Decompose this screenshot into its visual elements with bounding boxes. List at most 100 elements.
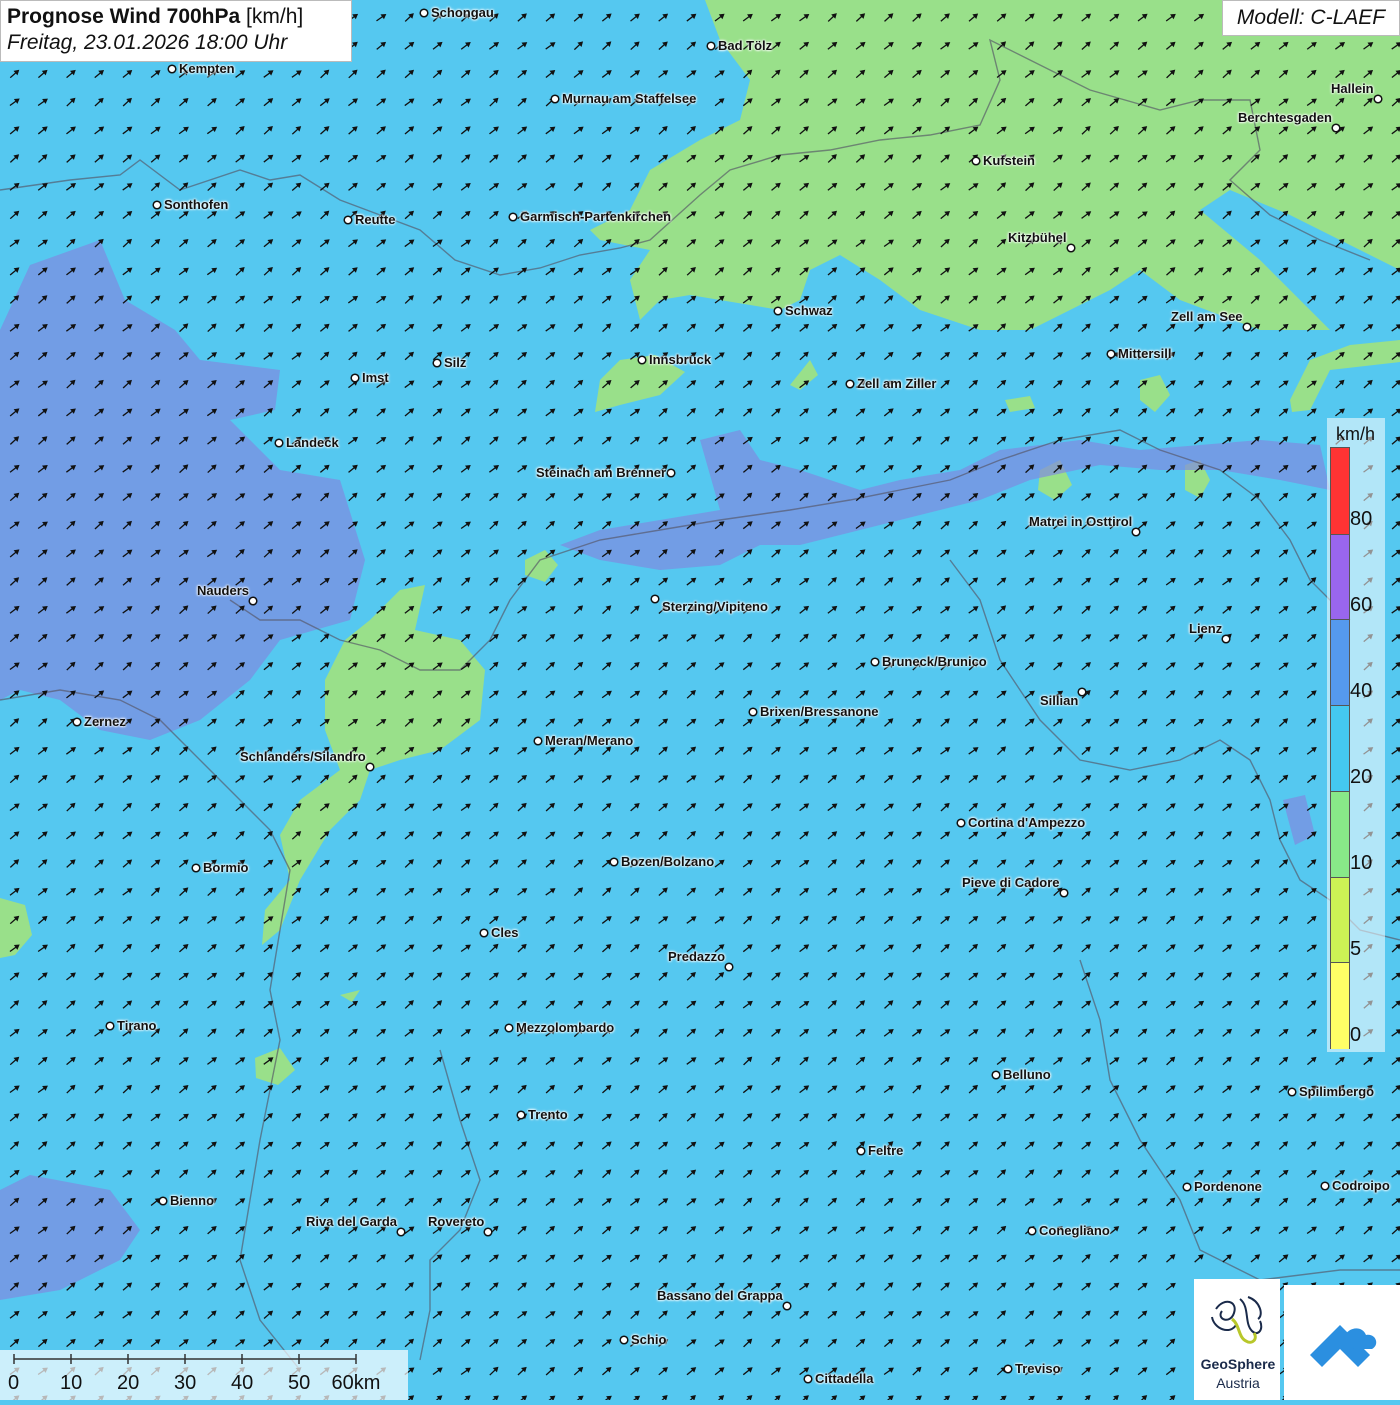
map-subtitle: Freitag, 23.01.2026 18:00 Uhr bbox=[7, 31, 345, 55]
scale-label: 40 bbox=[231, 1372, 253, 1395]
geosphere-logo-sub: Austria bbox=[1196, 1375, 1280, 1391]
city-label: Murnau am Staffelsee bbox=[562, 91, 696, 106]
city-label: Zell am See bbox=[1171, 309, 1243, 324]
city-label: Bassano del Grappa bbox=[657, 1288, 783, 1303]
city-marker bbox=[1078, 688, 1086, 696]
city-marker bbox=[420, 9, 428, 17]
city-label: Cortina d'Ampezzo bbox=[968, 815, 1085, 830]
city-label: Sillian bbox=[1040, 693, 1078, 708]
city-marker bbox=[1321, 1182, 1329, 1190]
city-label: Sonthofen bbox=[164, 197, 228, 212]
city-label: Berchtesgaden bbox=[1238, 110, 1332, 125]
title-main: Prognose Wind 700hPa bbox=[7, 5, 240, 28]
app-logo[interactable] bbox=[1284, 1285, 1400, 1400]
city-label: Hallein bbox=[1331, 81, 1374, 96]
city-marker bbox=[774, 307, 782, 315]
legend-tick-label: 10 bbox=[1350, 852, 1372, 875]
city-marker bbox=[707, 42, 715, 50]
city-label: Meran/Merano bbox=[545, 733, 633, 748]
city-label: Silz bbox=[444, 355, 466, 370]
legend-color-segment bbox=[1331, 448, 1349, 534]
city-label: Schlanders/Silandro bbox=[240, 749, 366, 764]
city-label: Brixen/Bressanone bbox=[760, 704, 879, 719]
city-marker bbox=[551, 95, 559, 103]
city-marker bbox=[1028, 1227, 1036, 1235]
city-marker bbox=[610, 858, 618, 866]
city-marker bbox=[159, 1197, 167, 1205]
legend-color-segment bbox=[1331, 534, 1349, 621]
arrow-cloud-icon bbox=[1284, 1285, 1400, 1400]
city-marker bbox=[433, 359, 441, 367]
legend-unit: km/h bbox=[1336, 424, 1375, 445]
legend-tick-label: 80 bbox=[1350, 508, 1372, 531]
city-label: Rovereto bbox=[428, 1214, 484, 1229]
title-unit: [km/h] bbox=[246, 5, 303, 28]
city-marker bbox=[725, 963, 733, 971]
city-label: Bormio bbox=[203, 860, 249, 875]
city-label: Feltre bbox=[868, 1143, 903, 1158]
city-marker bbox=[192, 864, 200, 872]
city-label: Mittersill bbox=[1118, 346, 1171, 361]
legend-tick-label: 0 bbox=[1350, 1024, 1361, 1047]
city-label: Pieve di Cadore bbox=[962, 875, 1060, 890]
city-marker bbox=[1243, 323, 1251, 331]
city-label: Spilimbergo bbox=[1299, 1084, 1374, 1099]
city-marker bbox=[651, 595, 659, 603]
city-marker bbox=[992, 1071, 1000, 1079]
city-marker bbox=[168, 65, 176, 73]
city-label: Trento bbox=[528, 1107, 568, 1122]
legend-color-segment bbox=[1331, 619, 1349, 706]
city-marker bbox=[249, 597, 257, 605]
city-label: Tirano bbox=[117, 1018, 157, 1033]
city-label: Innsbruck bbox=[649, 352, 711, 367]
city-marker bbox=[397, 1228, 405, 1236]
city-label: Kitzbühel bbox=[1008, 230, 1067, 245]
city-label: Conegliano bbox=[1039, 1223, 1110, 1238]
city-marker bbox=[871, 658, 879, 666]
scale-label: 10 bbox=[60, 1372, 82, 1395]
city-marker bbox=[1132, 528, 1140, 536]
city-marker bbox=[73, 718, 81, 726]
city-label: Cles bbox=[491, 925, 518, 940]
city-label: Reutte bbox=[355, 212, 395, 227]
legend-tick-label: 5 bbox=[1350, 938, 1361, 961]
city-label: Bruneck/Brunico bbox=[882, 654, 987, 669]
city-marker bbox=[534, 737, 542, 745]
city-marker bbox=[484, 1228, 492, 1236]
city-label: Bienno bbox=[170, 1193, 214, 1208]
geosphere-emblem-icon bbox=[1194, 1279, 1280, 1359]
model-label: Modell: C-LAEF bbox=[1222, 0, 1400, 36]
city-marker bbox=[509, 213, 517, 221]
legend-color-segment bbox=[1331, 962, 1349, 1049]
city-label: Bozen/Bolzano bbox=[621, 854, 714, 869]
city-marker bbox=[1067, 244, 1075, 252]
city-label: Zernez bbox=[84, 714, 126, 729]
city-label: Lienz bbox=[1189, 621, 1222, 636]
city-marker bbox=[344, 216, 352, 224]
city-marker bbox=[1222, 635, 1230, 643]
city-marker bbox=[846, 380, 854, 388]
city-label: Bad Tölz bbox=[718, 38, 772, 53]
city-marker bbox=[1332, 124, 1340, 132]
city-marker bbox=[517, 1111, 525, 1119]
city-marker bbox=[351, 374, 359, 382]
city-label: Belluno bbox=[1003, 1067, 1051, 1082]
city-marker bbox=[857, 1147, 865, 1155]
legend-tick-label: 60 bbox=[1350, 594, 1372, 617]
city-label: Steinach am Brenner bbox=[536, 465, 666, 480]
city-label: Treviso bbox=[1015, 1361, 1061, 1376]
city-marker bbox=[275, 439, 283, 447]
city-label: Cittadella bbox=[815, 1371, 874, 1386]
legend-color-segment bbox=[1331, 705, 1349, 792]
city-marker bbox=[1374, 95, 1382, 103]
legend-colorbar bbox=[1330, 447, 1350, 1049]
city-label: Codroipo bbox=[1332, 1178, 1390, 1193]
city-label: Landeck bbox=[286, 435, 339, 450]
city-label: Zell am Ziller bbox=[857, 376, 936, 391]
city-label: Riva del Garda bbox=[306, 1214, 397, 1229]
scale-label: 60km bbox=[332, 1372, 381, 1395]
map-title-box: Prognose Wind 700hPa [km/h] Freitag, 23.… bbox=[0, 0, 352, 62]
city-marker bbox=[804, 1375, 812, 1383]
city-marker bbox=[1107, 350, 1115, 358]
scale-label: 0 bbox=[8, 1372, 19, 1395]
